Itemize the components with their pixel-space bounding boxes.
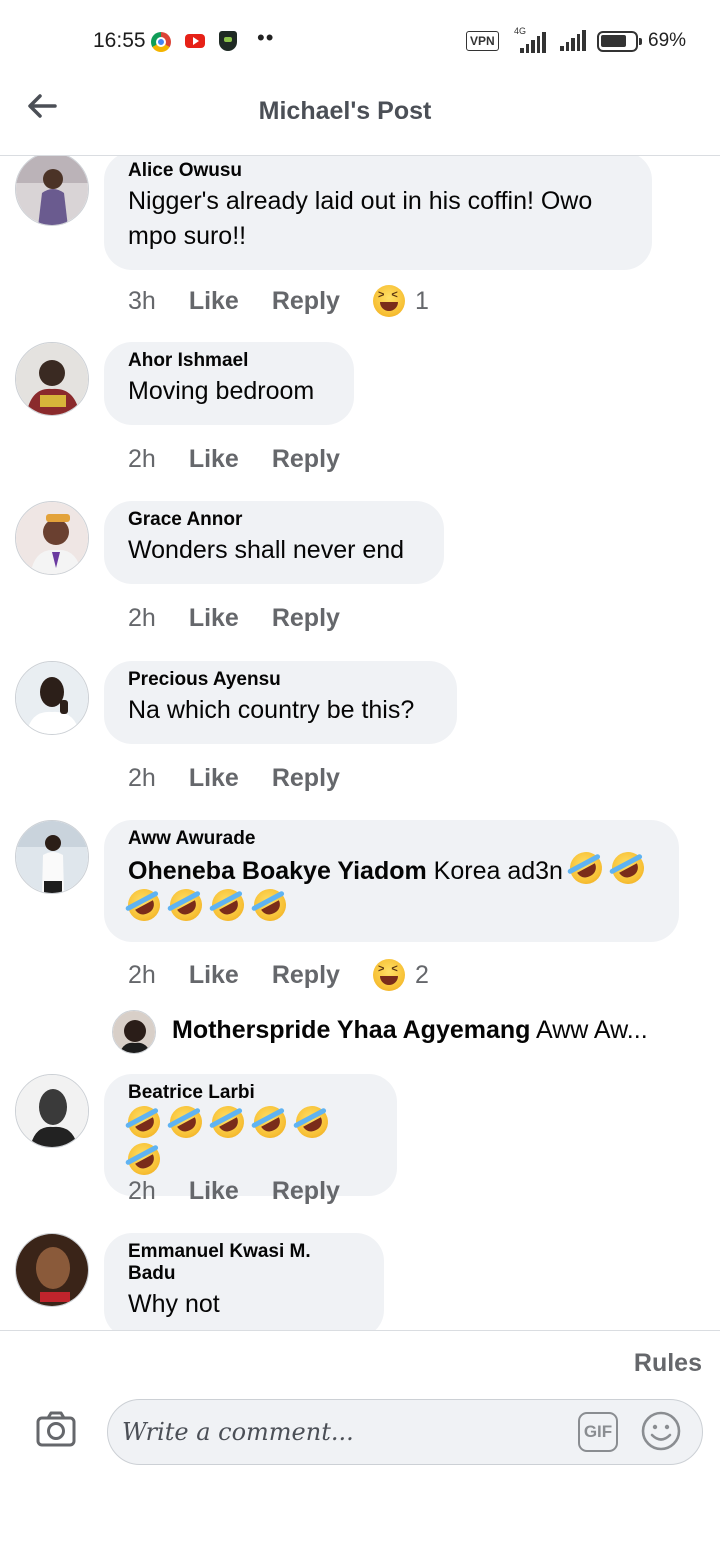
comment-actions: 2h Like Reply <box>128 445 373 474</box>
comment-author[interactable]: Ahor Ishmael <box>128 350 330 372</box>
comment-composer: Rules GIF <box>0 1330 720 1560</box>
reaction-count: 1 <box>414 286 429 315</box>
comment-time[interactable]: 2h <box>128 604 156 633</box>
signal-icon: 4G <box>512 26 552 53</box>
avatar[interactable] <box>15 661 89 735</box>
smiley-icon <box>641 1411 681 1451</box>
like-button[interactable]: Like <box>189 961 239 990</box>
rofl-emoji-icon <box>122 1100 166 1144</box>
rofl-emoji-icon <box>122 883 166 927</box>
battery-icon <box>597 31 642 52</box>
battery-percent: 69% <box>648 30 687 51</box>
shield-app-icon <box>219 31 237 51</box>
page-title: Michael's Post <box>258 97 432 125</box>
comment-bubble[interactable]: Alice Owusu Nigger's already laid out in… <box>104 156 652 270</box>
like-button[interactable]: Like <box>189 604 239 633</box>
status-time: 16:55 <box>93 29 146 52</box>
comment-text <box>122 1100 373 1181</box>
reply-snippet: Aww Aw... <box>536 1016 648 1044</box>
reaction-summary[interactable]: 1 <box>372 285 429 317</box>
rofl-emoji-icon <box>248 1100 292 1144</box>
like-button[interactable]: Like <box>189 1177 239 1206</box>
haha-reaction-icon <box>372 285 405 317</box>
reply-preview-text[interactable]: Motherspride Yhaa Agyemang Aww Aw... <box>172 1016 648 1045</box>
camera-icon <box>36 1411 76 1447</box>
comment-author[interactable]: Emmanuel Kwasi M. Badu <box>128 1241 360 1285</box>
reply-button[interactable]: Reply <box>272 1177 340 1206</box>
rofl-emoji-icon <box>606 846 650 890</box>
rofl-emoji-icon <box>564 846 608 890</box>
comment-actions: 3h Like Reply 1 <box>128 285 429 317</box>
like-button[interactable]: Like <box>189 287 239 316</box>
comment-text: Oheneba Boakye Yiadom Korea ad3n <box>122 846 655 927</box>
comment-actions: 2h Like Reply <box>128 1177 373 1206</box>
avatar[interactable] <box>15 1233 89 1307</box>
rules-link[interactable]: Rules <box>634 1349 702 1378</box>
comment-time[interactable]: 2h <box>128 445 156 474</box>
comment-bubble[interactable]: Precious Ayensu Na which country be this… <box>104 661 457 744</box>
avatar[interactable] <box>15 342 89 416</box>
comment-text: Wonders shall never end <box>128 536 405 564</box>
rofl-emoji-icon <box>164 1100 208 1144</box>
reaction-count: 2 <box>414 960 429 989</box>
comment-bubble[interactable]: Emmanuel Kwasi M. Badu Why not <box>104 1233 384 1330</box>
comment-time[interactable]: 3h <box>128 287 156 316</box>
comment-time[interactable]: 2h <box>128 764 156 793</box>
comment-bubble[interactable]: Grace Annor Wonders shall never end <box>104 501 444 584</box>
rofl-emoji-icon <box>164 883 208 927</box>
reply-button[interactable]: Reply <box>272 287 340 316</box>
chrome-icon <box>151 32 171 52</box>
gif-button[interactable]: GIF <box>578 1412 618 1452</box>
comment-author[interactable]: Alice Owusu <box>128 160 628 182</box>
reply-button[interactable]: Reply <box>272 445 340 474</box>
rofl-emoji-icon <box>248 883 292 927</box>
comment-author[interactable]: Grace Annor <box>128 509 420 531</box>
youtube-icon <box>185 34 205 48</box>
reply-button[interactable]: Reply <box>272 604 340 633</box>
reply-author[interactable]: Motherspride Yhaa Agyemang <box>172 1016 530 1044</box>
comment-text-body: Korea ad3n <box>433 857 563 885</box>
signal-icon-2 <box>560 30 586 51</box>
camera-button[interactable] <box>36 1411 76 1447</box>
comment-author[interactable]: Beatrice Larbi <box>128 1082 373 1104</box>
comment-actions: 2h Like Reply 2 <box>128 959 429 991</box>
reply-button[interactable]: Reply <box>272 961 340 990</box>
comment-text: Moving bedroom <box>128 377 315 405</box>
comment-actions: 2h Like Reply <box>128 764 373 793</box>
comment-text: Why not <box>128 1290 220 1318</box>
avatar[interactable] <box>15 1074 89 1148</box>
comment-actions: 2h Like Reply <box>128 604 373 633</box>
rofl-emoji-icon <box>290 1100 334 1144</box>
comment-time[interactable]: 2h <box>128 1177 156 1206</box>
like-button[interactable]: Like <box>189 445 239 474</box>
status-bar: 16:55 •• VPN 4G 69% <box>0 0 720 80</box>
comment-input[interactable] <box>122 1400 562 1464</box>
comment-text: Nigger's already laid out in his coffin!… <box>128 187 593 250</box>
comment-author[interactable]: Precious Ayensu <box>128 669 433 691</box>
reply-preview[interactable]: Motherspride Yhaa Agyemang Aww Aw... <box>112 1010 712 1054</box>
mentioned-user[interactable]: Oheneba Boakye Yiadom <box>128 857 427 885</box>
reply-button[interactable]: Reply <box>272 764 340 793</box>
comment-text: Na which country be this? <box>128 696 415 724</box>
page-header: Michael's Post <box>0 80 720 156</box>
comment-bubble[interactable]: Ahor Ishmael Moving bedroom <box>104 342 354 425</box>
comments-list: Alice Owusu Nigger's already laid out in… <box>0 156 720 1330</box>
comment-time[interactable]: 2h <box>128 961 156 990</box>
like-button[interactable]: Like <box>189 764 239 793</box>
emoji-button[interactable] <box>640 1410 682 1452</box>
comment-input-container[interactable]: GIF <box>107 1399 703 1465</box>
avatar[interactable] <box>15 820 89 894</box>
reaction-summary[interactable]: 2 <box>372 959 429 991</box>
more-notifications-icon: •• <box>257 25 275 50</box>
rofl-emoji-icon <box>206 883 250 927</box>
comment-author[interactable]: Aww Awurade <box>128 828 655 850</box>
rofl-emoji-icon <box>122 1137 166 1181</box>
avatar[interactable] <box>15 501 89 575</box>
comment-bubble[interactable]: Aww Awurade Oheneba Boakye Yiadom Korea … <box>104 820 679 942</box>
avatar[interactable] <box>112 1010 156 1054</box>
rofl-emoji-icon <box>206 1100 250 1144</box>
avatar[interactable] <box>15 156 89 226</box>
vpn-badge: VPN <box>466 31 499 51</box>
haha-reaction-icon <box>372 959 405 991</box>
